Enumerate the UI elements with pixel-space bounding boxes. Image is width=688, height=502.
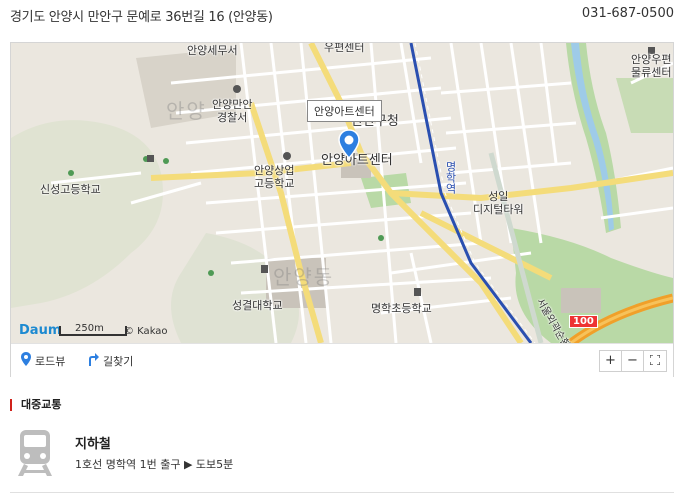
map-widget: 안양세무서 우편센터 안양만안 경찰서 만안구청 안양아트센터 안양우편 물류센… bbox=[10, 42, 674, 377]
roadview-button[interactable]: 로드뷰 bbox=[21, 352, 65, 369]
map-label-commerce-high: 안양상업 고등학교 bbox=[254, 164, 295, 190]
highway-number-shield: 100 bbox=[569, 315, 598, 328]
subway-train-icon bbox=[14, 428, 56, 478]
map-callout-label[interactable]: 안양아트센터 bbox=[307, 100, 382, 122]
map-provider-logo: Daum bbox=[19, 323, 62, 338]
map-label-seongyeol-univ: 성결대학교 bbox=[232, 299, 283, 312]
location-header: 경기도 안양시 만안구 문예로 36번길 16 (안양동) 031-687-05… bbox=[10, 6, 674, 26]
map-label-sinseong-high: 신성고등학교 bbox=[40, 183, 101, 196]
zoom-out-button[interactable]: − bbox=[622, 351, 644, 371]
roadview-label: 로드뷰 bbox=[35, 354, 66, 368]
map-label-myeonghak-elem: 명학초등학교 bbox=[371, 302, 432, 315]
map-label-dong-left: 안양 bbox=[166, 99, 207, 123]
subway-title: 지하철 bbox=[75, 437, 111, 452]
map-label-tax-office: 안양세무서 bbox=[187, 44, 238, 57]
fullscreen-icon bbox=[649, 354, 661, 369]
map-copyright: © Kakao bbox=[124, 326, 168, 337]
map-toolbar: 로드뷰 길찾기 + − bbox=[11, 343, 673, 377]
map-label-digital-tower: 성일 디지털타워 bbox=[473, 190, 524, 216]
address-text: 경기도 안양시 만안구 문예로 36번길 16 (안양동) bbox=[10, 10, 273, 25]
directions-arrow-icon bbox=[87, 352, 99, 369]
map-scale-label: 250m bbox=[75, 323, 104, 334]
subway-directions: 1호선 명학역 1번 출구 ▶ 도보5분 bbox=[75, 458, 234, 471]
map-label-police-station: 안양만안 경찰서 bbox=[212, 98, 253, 124]
zoom-in-button[interactable]: + bbox=[600, 351, 622, 371]
phone-number[interactable]: 031-687-0500 bbox=[582, 6, 674, 21]
roadview-pin-icon bbox=[21, 352, 31, 369]
directions-label: 길찾기 bbox=[103, 354, 134, 368]
map-label-post-center: 우편센터 bbox=[324, 43, 365, 54]
transit-section-title: 대중교통 bbox=[10, 399, 61, 411]
map-label-station: 명학역 bbox=[444, 161, 457, 194]
divider bbox=[10, 492, 674, 493]
map-canvas[interactable]: 안양세무서 우편센터 안양만안 경찰서 만안구청 안양아트센터 안양우편 물류센… bbox=[11, 43, 673, 343]
fullscreen-button[interactable] bbox=[644, 351, 666, 371]
directions-button[interactable]: 길찾기 bbox=[87, 352, 133, 369]
zoom-controls: + − bbox=[599, 350, 667, 372]
subway-info: 지하철 1호선 명학역 1번 출구 ▶ 도보5분 bbox=[14, 428, 674, 488]
map-base-layer bbox=[11, 43, 673, 343]
map-label-dong: 안양동 bbox=[273, 265, 335, 289]
map-label-logistics-center: 안양우편 물류센터 bbox=[631, 53, 672, 79]
